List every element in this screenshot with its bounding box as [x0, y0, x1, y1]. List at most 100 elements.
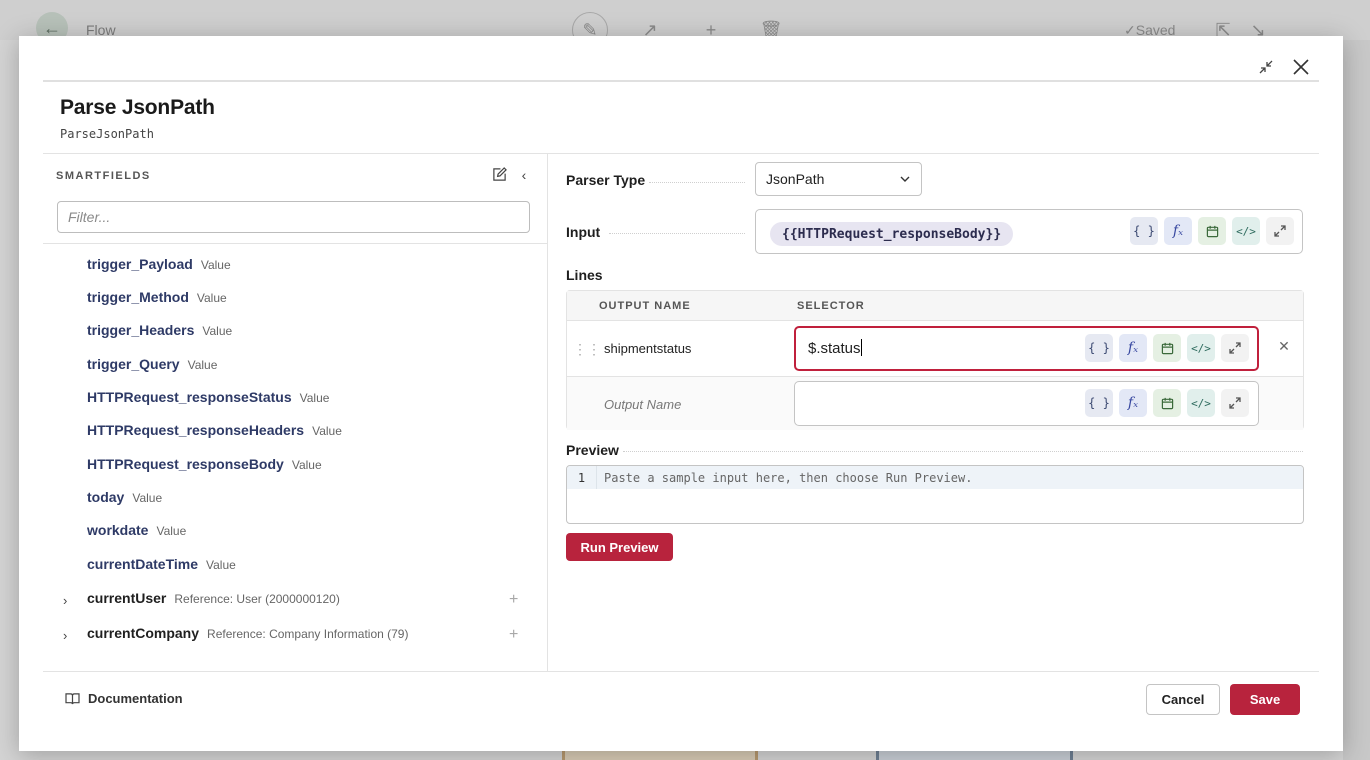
reference-type: Reference: User (2000000120): [174, 592, 340, 606]
plus-icon[interactable]: +: [509, 590, 523, 610]
smartfield-name: trigger_Method: [87, 289, 189, 305]
plus-icon[interactable]: +: [509, 625, 523, 645]
smartfield-type: Value: [132, 491, 163, 505]
selector-value: $.status: [808, 339, 862, 357]
smartfield-name: trigger_Query: [87, 356, 180, 372]
smartfield-name: HTTPRequest_responseStatus: [87, 389, 292, 405]
run-preview-button[interactable]: Run Preview: [566, 533, 673, 561]
chevron-right-icon[interactable]: ›: [63, 625, 75, 645]
code-icon[interactable]: </>: [1232, 217, 1260, 245]
output-name-placeholder[interactable]: Output Name: [604, 397, 681, 412]
smartfield-item[interactable]: trigger_Method Value: [87, 289, 227, 309]
column-header-selector: SELECTOR: [797, 300, 865, 312]
divider: [43, 80, 1319, 82]
selector-toolbar: { } fₓ </>: [1085, 334, 1249, 362]
column-header-output-name: OUTPUT NAME: [599, 300, 691, 312]
input-label: Input: [566, 224, 601, 240]
chevron-down-icon: [900, 176, 910, 182]
calendar-icon[interactable]: [1153, 389, 1181, 417]
dialog-subtitle: ParseJsonPath: [60, 127, 154, 141]
output-name-cell[interactable]: shipmentstatus: [604, 341, 691, 356]
leader-dots: [649, 182, 745, 183]
smartfield-reference-item[interactable]: currentUser Reference: User (2000000120): [87, 590, 340, 610]
table-header: OUTPUT NAME SELECTOR: [567, 291, 1303, 321]
smartfield-type: Value: [156, 524, 187, 538]
parser-type-select[interactable]: JsonPath: [755, 162, 922, 196]
line-number: 1: [567, 466, 597, 489]
lines-table: OUTPUT NAME SELECTOR ⋮⋮ shipmentstatus $…: [566, 290, 1304, 430]
smartfields-panel: SMARTFIELDS ‹ trigger_Payload Value trigg…: [43, 154, 548, 671]
smartfield-name: trigger_Payload: [87, 256, 193, 272]
reference-name: currentUser: [87, 590, 167, 606]
delete-row-icon[interactable]: ✕: [1276, 338, 1292, 354]
dialog-title: Parse JsonPath: [60, 96, 215, 119]
chevron-left-icon[interactable]: ‹: [516, 167, 532, 183]
expand-icon[interactable]: [1266, 217, 1294, 245]
smartfield-type: Value: [206, 558, 236, 572]
cancel-button[interactable]: Cancel: [1146, 684, 1220, 715]
function-icon[interactable]: fₓ: [1119, 334, 1147, 362]
leader-dots: [623, 451, 1303, 452]
background-card: [562, 750, 758, 760]
smartfield-token[interactable]: {{HTTPRequest_responseBody}}: [770, 222, 1014, 246]
calendar-icon[interactable]: [1153, 334, 1181, 362]
smartfield-item[interactable]: HTTPRequest_responseStatus Value: [87, 389, 329, 409]
smartfield-type: Value: [291, 458, 322, 472]
lines-label: Lines: [566, 267, 603, 283]
smartfield-name: trigger_Headers: [87, 322, 195, 338]
reference-type: Reference: Company Information (79): [207, 627, 409, 641]
function-icon[interactable]: fₓ: [1164, 217, 1192, 245]
braces-icon[interactable]: { }: [1130, 217, 1158, 245]
divider: [43, 671, 1319, 672]
code-icon[interactable]: </>: [1187, 334, 1215, 362]
collapse-dialog-icon[interactable]: [1254, 55, 1278, 79]
close-icon[interactable]: [1289, 55, 1313, 79]
selector-input[interactable]: $.status { } fₓ </>: [794, 326, 1259, 371]
save-button[interactable]: Save: [1230, 684, 1300, 715]
braces-icon[interactable]: { }: [1085, 389, 1113, 417]
reference-name: currentCompany: [87, 625, 200, 641]
smartfield-item[interactable]: trigger_Headers Value: [87, 322, 232, 342]
smartfield-name: currentDateTime: [87, 556, 199, 572]
smartfield-item[interactable]: currentDateTime Value: [87, 556, 236, 576]
expand-icon[interactable]: [1221, 334, 1249, 362]
smartfield-name: today: [87, 489, 125, 505]
smartfields-header: SMARTFIELDS: [56, 170, 151, 182]
background-edge: [1343, 40, 1370, 760]
smartfield-item[interactable]: trigger_Query Value: [87, 356, 217, 376]
divider: [43, 243, 548, 244]
smartfield-type: Value: [196, 291, 227, 305]
smartfield-reference-item[interactable]: currentCompany Reference: Company Informa…: [87, 625, 408, 645]
smartfield-type: Value: [187, 358, 218, 372]
smartfield-item[interactable]: HTTPRequest_responseHeaders Value: [87, 422, 342, 442]
smartfield-item[interactable]: HTTPRequest_responseBody Value: [87, 456, 322, 476]
book-icon: [65, 693, 80, 705]
function-icon[interactable]: fₓ: [1119, 389, 1147, 417]
background-card: [876, 750, 1073, 760]
chevron-right-icon[interactable]: ›: [63, 590, 75, 610]
parse-jsonpath-dialog: Parse JsonPath ParseJsonPath SMARTFIELDS…: [19, 36, 1343, 751]
preview-editor[interactable]: 1 Paste a sample input here, then choose…: [566, 465, 1304, 524]
parser-type-value: JsonPath: [766, 171, 825, 187]
code-icon[interactable]: </>: [1187, 389, 1215, 417]
smartfield-name: HTTPRequest_responseBody: [87, 456, 284, 472]
smartfield-type: Value: [299, 391, 330, 405]
preview-label: Preview: [566, 442, 619, 458]
drag-handle-icon[interactable]: ⋮⋮: [573, 341, 601, 358]
expand-icon[interactable]: [1221, 389, 1249, 417]
smartfield-item[interactable]: workdate Value: [87, 522, 186, 542]
documentation-link[interactable]: Documentation: [65, 691, 183, 706]
smartfield-item[interactable]: trigger_Payload Value: [87, 256, 231, 276]
input-field[interactable]: {{HTTPRequest_responseBody}} { } fₓ </>: [755, 209, 1303, 254]
filter-input[interactable]: [57, 201, 530, 233]
smartfield-name: workdate: [87, 522, 149, 538]
smartfield-type: Value: [202, 324, 233, 338]
calendar-icon[interactable]: [1198, 217, 1226, 245]
edit-icon[interactable]: [492, 167, 508, 183]
smartfield-item[interactable]: today Value: [87, 489, 162, 509]
braces-icon[interactable]: { }: [1085, 334, 1113, 362]
leader-dots: [609, 233, 745, 234]
documentation-label: Documentation: [88, 691, 183, 706]
new-selector-input[interactable]: { } fₓ </>: [794, 381, 1259, 426]
preview-placeholder: Paste a sample input here, then choose R…: [604, 471, 973, 485]
